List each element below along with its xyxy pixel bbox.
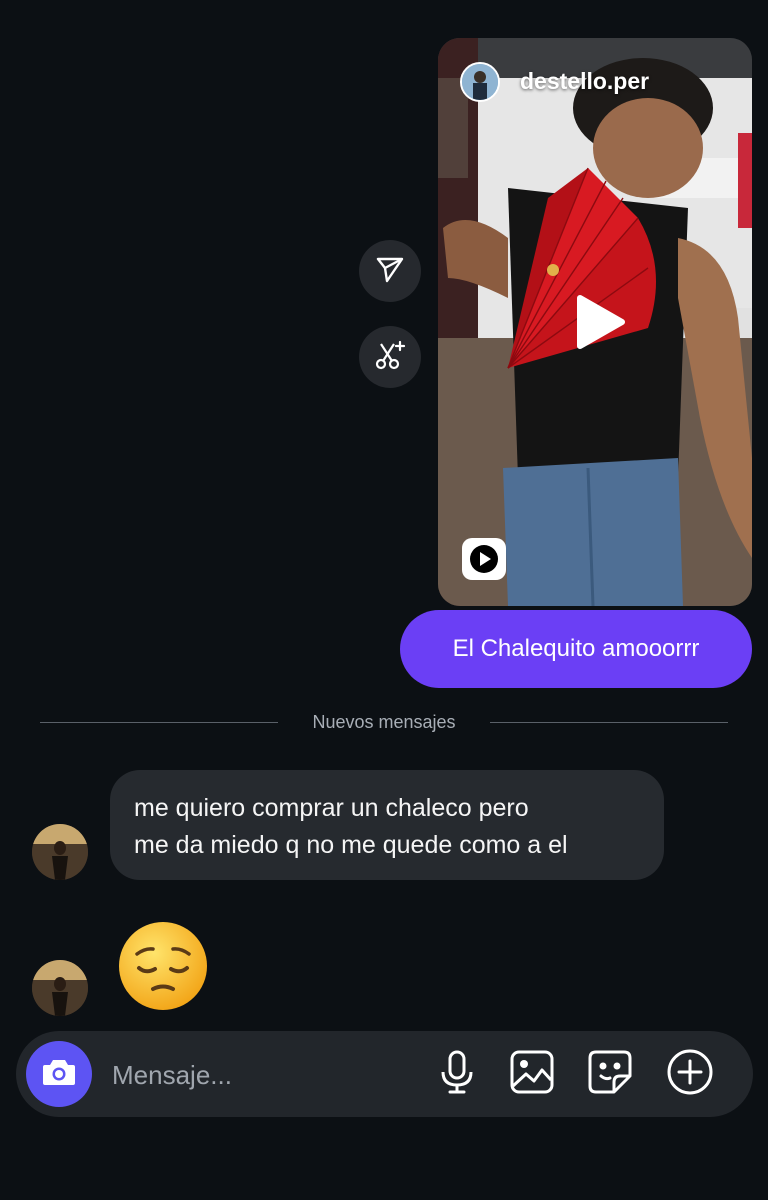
sticker-button[interactable] (585, 1049, 635, 1099)
message-composer (16, 1031, 753, 1117)
divider-line-right (490, 722, 728, 723)
reel-type-icon (462, 538, 506, 580)
outgoing-message-text: El Chalequito amooorrr (452, 635, 700, 662)
microphone-icon (440, 1050, 474, 1099)
sender-avatar[interactable] (32, 960, 88, 1016)
camera-button[interactable] (26, 1041, 92, 1107)
remix-button[interactable] (359, 326, 421, 388)
message-input[interactable] (110, 1057, 414, 1093)
sticker-icon (588, 1050, 632, 1099)
incoming-message-line: me quiero comprar un chaleco pero (134, 794, 529, 822)
divider-line-left (40, 722, 278, 723)
plus-circle-icon (666, 1048, 714, 1101)
add-button[interactable] (665, 1049, 715, 1099)
image-icon (510, 1050, 554, 1099)
reel-author-username[interactable]: destello.per (520, 68, 649, 95)
share-button[interactable] (359, 240, 421, 302)
reel-author-avatar[interactable] (460, 62, 500, 102)
pensive-face-emoji[interactable] (115, 918, 211, 1014)
shared-reel-card[interactable]: destello.per (438, 38, 752, 606)
scissors-sparkle-icon (374, 339, 406, 376)
new-messages-divider: Nuevos mensajes (312, 712, 456, 732)
camera-icon (42, 1057, 76, 1092)
play-icon[interactable] (570, 294, 626, 350)
sender-avatar[interactable] (32, 824, 88, 880)
voice-message-button[interactable] (432, 1049, 482, 1099)
outgoing-message-bubble[interactable]: El Chalequito amooorrr (400, 610, 752, 688)
incoming-message-bubble[interactable]: me quiero comprar un chaleco pero me da … (110, 770, 664, 880)
incoming-message-line: me da miedo q no me quede como a el (134, 831, 568, 859)
gallery-button[interactable] (507, 1049, 557, 1099)
send-icon (375, 254, 405, 289)
